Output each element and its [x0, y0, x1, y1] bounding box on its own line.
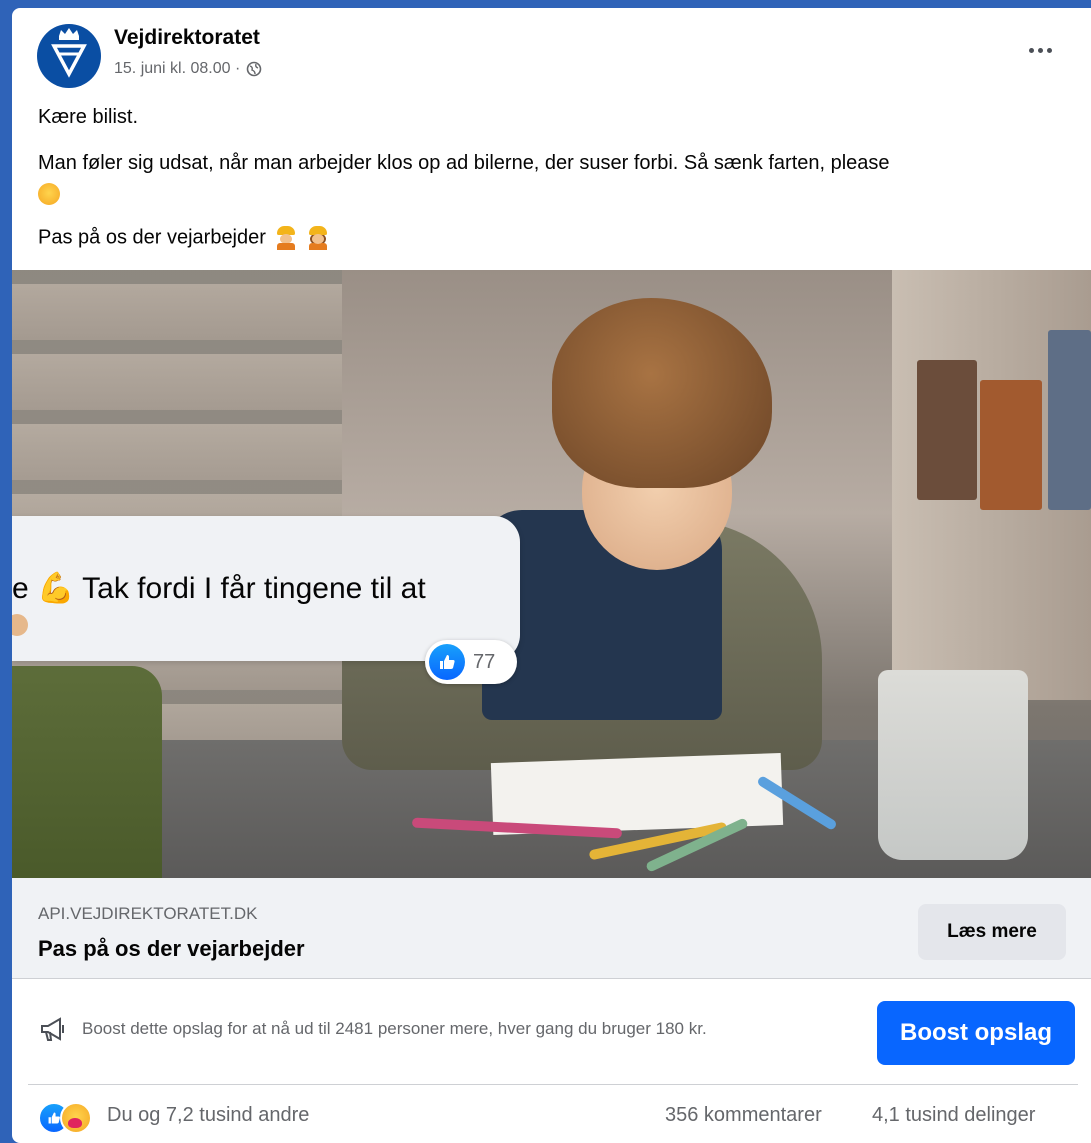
page-name[interactable]: Vejdirektoratet	[114, 26, 260, 50]
construction-worker-emoji-icon	[275, 226, 297, 250]
more-dot	[1046, 47, 1052, 53]
wall-poster	[917, 360, 977, 500]
post-tagline: Pas på os der vejarbejder	[38, 226, 329, 250]
care-icon	[60, 1102, 92, 1134]
page-avatar[interactable]	[37, 24, 101, 88]
crown-shield-icon	[51, 28, 87, 78]
wall-poster	[1048, 330, 1091, 510]
more-options-button[interactable]	[1022, 36, 1058, 64]
post-tagline-text: Pas på os der vejarbejder	[38, 226, 266, 249]
woman-construction-worker-emoji-icon	[307, 226, 329, 250]
globe-icon	[246, 61, 262, 77]
post-greeting: Kære bilist.	[38, 106, 139, 128]
post-card: Vejdirektoratet 15. juni kl. 08.00 · Kær…	[12, 8, 1091, 1143]
megaphone-icon	[41, 1017, 64, 1041]
more-options-icon	[1028, 47, 1034, 53]
link-preview[interactable]: API.VEJDIREKTORATET.DK Pas på os der vej…	[12, 878, 1091, 978]
more-dot	[1037, 47, 1043, 53]
shares-count[interactable]: 4,1 tusind delinger	[872, 1104, 1035, 1127]
boost-row: Boost dette opslag for at nå ud til 2481…	[12, 981, 1091, 1085]
comment-reaction-pill[interactable]: 77	[425, 640, 517, 684]
hand-emoji-icon	[12, 614, 28, 636]
child-hair	[552, 298, 772, 488]
wall-poster	[980, 380, 1042, 510]
marker-cup	[878, 670, 1028, 860]
link-domain: API.VEJDIREKTORATET.DK	[38, 904, 258, 923]
green-backpack	[12, 666, 162, 878]
comment-reaction-count: 77	[473, 650, 496, 673]
comments-count[interactable]: 356 kommentarer	[665, 1104, 822, 1127]
post-timestamp[interactable]: 15. juni kl. 08.00 ·	[114, 60, 240, 78]
post-meta: 15. juni kl. 08.00 ·	[114, 60, 262, 78]
post-body: Man føler sig udsat, når man arbejder kl…	[38, 148, 1068, 208]
link-title[interactable]: Pas på os der vejarbejder	[38, 936, 305, 962]
read-more-button[interactable]: Læs mere	[918, 904, 1066, 960]
overlay-comment-text: e 💪 Tak fordi I får tingene til at	[12, 572, 426, 605]
boost-post-button[interactable]: Boost opslag	[877, 1001, 1075, 1065]
reaction-icons[interactable]	[38, 1098, 108, 1134]
divider	[28, 1084, 1078, 1085]
post-footer: Du og 7,2 tusind andre 356 kommentarer 4…	[12, 1088, 1091, 1143]
post-body-text: Man føler sig udsat, når man arbejder kl…	[38, 152, 890, 174]
like-icon	[429, 644, 465, 680]
reactors-summary[interactable]: Du og 7,2 tusind andre	[107, 1104, 309, 1127]
divider	[12, 978, 1091, 979]
boost-description: Boost dette opslag for at nå ud til 2481…	[82, 1019, 707, 1038]
smiling-face-emoji-icon	[38, 182, 60, 205]
